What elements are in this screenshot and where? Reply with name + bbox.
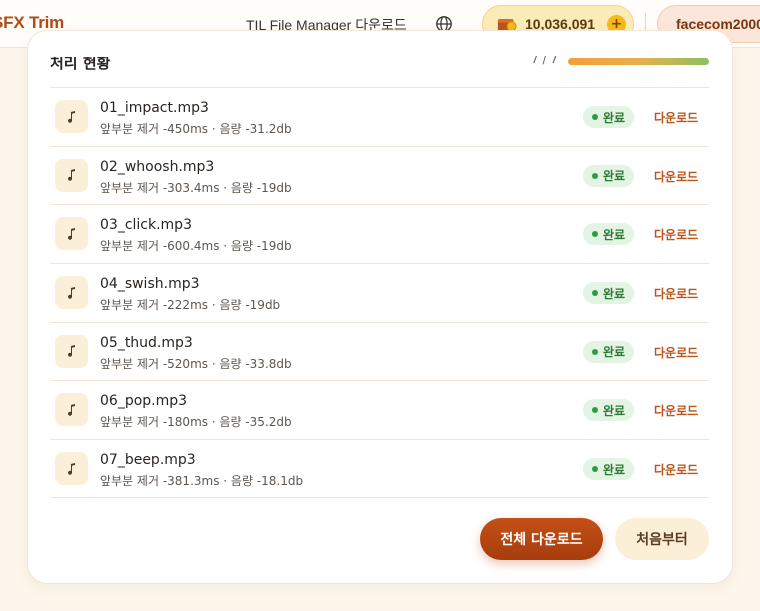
list-item: 05_thud.mp3 앞부분 제거 -520ms · 음량 -33.8db 완…: [50, 321, 709, 381]
music-note-icon: [55, 276, 88, 310]
status-badge: 완료: [583, 223, 634, 246]
music-note-icon: [55, 158, 88, 192]
file-name: 07_beep.mp3: [100, 452, 196, 469]
file-list: 01_impact.mp3 앞부분 제거 -450ms · 음량 -31.2db…: [50, 87, 709, 498]
file-description: 앞부분 제거 -520ms · 음량 -33.8db: [100, 356, 292, 371]
download-link[interactable]: 다운로드: [654, 461, 698, 478]
list-item: 01_impact.mp3 앞부분 제거 -450ms · 음량 -31.2db…: [50, 87, 709, 146]
music-note-icon: [55, 452, 88, 486]
list-item: 06_pop.mp3 앞부분 제거 -180ms · 음량 -35.2db 완료…: [50, 380, 709, 439]
status-badge: 완료: [583, 282, 634, 305]
list-item: 07_beep.mp3 앞부분 제거 -381.3ms · 음량 -18.1db…: [50, 439, 709, 498]
download-link[interactable]: 다운로드: [654, 109, 698, 126]
file-name: 03_click.mp3: [100, 217, 192, 234]
status-badge: 완료: [583, 106, 634, 128]
list-item: 03_click.mp3 앞부분 제거 -600.4ms · 음량 -19db …: [50, 204, 709, 263]
file-description: 앞부분 제거 -180ms · 음량 -35.2db: [100, 415, 292, 430]
status-badge: 완료: [583, 399, 634, 422]
progress-bar: [568, 58, 709, 65]
file-name: 04_swish.mp3: [100, 276, 200, 293]
download-link[interactable]: 다운로드: [654, 344, 698, 361]
file-description: 앞부분 제거 -450ms · 음량 -31.2db: [100, 122, 292, 136]
restart-button[interactable]: 처음부터: [615, 518, 709, 560]
file-description: 앞부분 제거 -381.3ms · 음량 -18.1db: [100, 474, 304, 489]
download-link[interactable]: 다운로드: [654, 285, 698, 302]
status-badge: 완료: [583, 458, 634, 481]
status-badge: 완료: [583, 340, 634, 363]
download-link[interactable]: 다운로드: [654, 402, 698, 419]
music-note-icon: [55, 217, 88, 251]
file-name: 06_pop.mp3: [100, 393, 188, 410]
list-item: 04_swish.mp3 앞부분 제거 -222ms · 음량 -19db 완료…: [50, 263, 709, 322]
music-note-icon: [55, 334, 88, 368]
music-note-icon: [55, 100, 88, 133]
file-description: 앞부분 제거 -303.4ms · 음량 -19db: [100, 180, 292, 195]
file-name: 01_impact.mp3: [100, 100, 209, 116]
file-description: 앞부분 제거 -222ms · 음량 -19db: [100, 298, 281, 313]
file-name: 02_whoosh.mp3: [100, 158, 215, 175]
download-link[interactable]: 다운로드: [654, 168, 698, 185]
download-link[interactable]: 다운로드: [654, 226, 698, 243]
file-name: 05_thud.mp3: [100, 334, 193, 351]
download-all-button[interactable]: 전체 다운로드: [480, 518, 603, 560]
status-badge: 완료: [583, 164, 634, 187]
file-description: 앞부분 제거 -600.4ms · 음량 -19db: [100, 239, 292, 254]
music-note-icon: [55, 393, 88, 427]
list-item: 02_whoosh.mp3 앞부분 제거 -303.4ms · 음량 -19db…: [50, 145, 709, 205]
